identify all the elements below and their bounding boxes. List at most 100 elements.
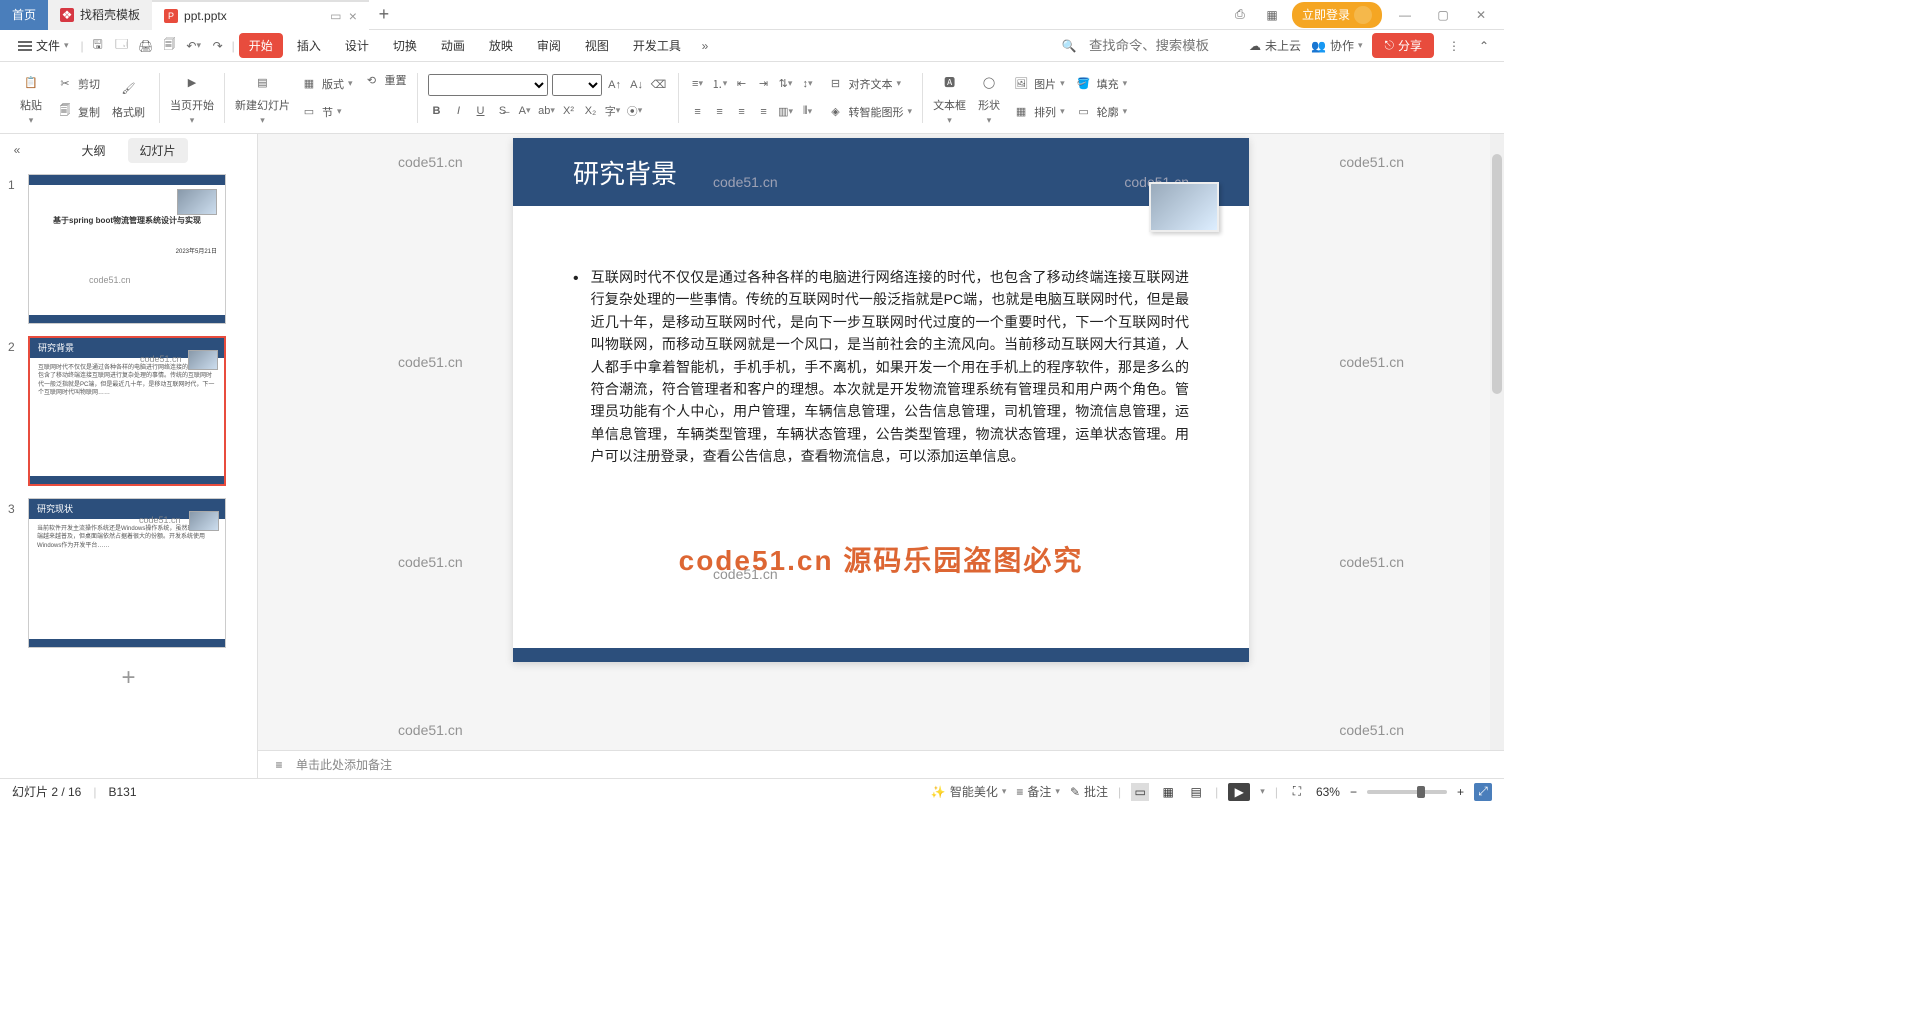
new-slide-button[interactable]: ▤新建幻灯片▾: [231, 69, 294, 126]
redo-icon[interactable]: ↷: [208, 36, 228, 56]
slides-tab[interactable]: 幻灯片: [128, 138, 188, 163]
undo-icon[interactable]: ↶▾: [184, 36, 204, 56]
slide-canvas[interactable]: 研究背景 code51.cn code51.cn • 互联网时代不仅仅是通过各种…: [513, 138, 1249, 662]
align-text-button[interactable]: ⊟对齐文本▾: [823, 72, 917, 96]
maximize-button[interactable]: ▢: [1428, 0, 1458, 30]
columns-icon[interactable]: ▥▾: [777, 103, 795, 121]
tab-home[interactable]: 首页: [0, 0, 48, 30]
line-spacing-icon[interactable]: ↕▾: [799, 75, 817, 93]
slide-thumb-2[interactable]: 研究背景 互联网时代不仅仅是通过各种各样的电脑进行网络连接的时代，也包含了移动终…: [28, 336, 226, 486]
save-icon[interactable]: 🖫: [88, 36, 108, 56]
align-right-icon[interactable]: ≡: [733, 103, 751, 121]
vertical-scrollbar[interactable]: [1490, 134, 1504, 750]
menu-insert[interactable]: 插入: [287, 33, 331, 58]
menu-view[interactable]: 视图: [575, 33, 619, 58]
format-painter-button[interactable]: 🖌格式刷: [108, 76, 149, 120]
align-left-icon[interactable]: ≡: [689, 103, 707, 121]
italic-icon[interactable]: I: [450, 102, 468, 120]
shape-button[interactable]: ◯形状▾: [972, 69, 1006, 126]
align-justify-icon[interactable]: ≡: [755, 103, 773, 121]
more-menus-icon[interactable]: »: [695, 36, 715, 56]
clear-format-icon[interactable]: ⌫: [650, 76, 668, 94]
zoom-in-icon[interactable]: +: [1457, 785, 1464, 799]
quick-access-icon[interactable]: 🗐: [160, 36, 180, 56]
highlight-icon[interactable]: ab▾: [538, 102, 556, 120]
menu-slideshow[interactable]: 放映: [479, 33, 523, 58]
section-button[interactable]: ▭节▾: [296, 100, 357, 124]
window-icon[interactable]: ▭: [329, 9, 343, 23]
picture-button[interactable]: 🖼图片▾: [1008, 72, 1069, 96]
underline-icon[interactable]: U: [472, 102, 490, 120]
numbering-icon[interactable]: ⒈▾: [711, 75, 729, 93]
search-input[interactable]: [1089, 38, 1239, 53]
indent-inc-icon[interactable]: ⇥: [755, 75, 773, 93]
layout-button[interactable]: ▦版式▾: [296, 72, 357, 96]
collapse-panel-icon[interactable]: «: [8, 141, 26, 159]
distribute-icon[interactable]: ⫴▾: [799, 103, 817, 121]
add-slide-button[interactable]: +: [8, 660, 249, 696]
indent-dec-icon[interactable]: ⇤: [733, 75, 751, 93]
superscript-icon[interactable]: X²: [560, 102, 578, 120]
close-window-button[interactable]: ✕: [1466, 0, 1496, 30]
menu-design[interactable]: 设计: [335, 33, 379, 58]
reset-button[interactable]: ⟲重置: [359, 68, 411, 92]
print-preview-icon[interactable]: 🗔: [112, 36, 132, 56]
slide-thumb-3[interactable]: 研究现状 当前软件开发主流操作系统还是Windows操作系统，虽然现在移动端越来…: [28, 498, 226, 648]
tab-templates[interactable]: ❖ 找稻壳模板: [48, 0, 152, 30]
beautify-button[interactable]: ✨智能美化▾: [931, 783, 1007, 800]
notes-bar[interactable]: ≡ 单击此处添加备注: [258, 750, 1504, 778]
outline-tab[interactable]: 大纲: [69, 138, 117, 163]
notes-toggle[interactable]: ≡备注▾: [1016, 783, 1060, 800]
slide-thumb-1[interactable]: 基于spring boot物流管理系统设计与实现 code51.cn 2023年…: [28, 174, 226, 324]
bullets-icon[interactable]: ≡▾: [689, 75, 707, 93]
zoom-slider[interactable]: [1367, 790, 1447, 794]
cut-button[interactable]: ✂剪切: [52, 72, 104, 96]
increase-font-icon[interactable]: A↑: [606, 76, 624, 94]
reading-view-icon[interactable]: ▤: [1187, 783, 1205, 801]
font-color-icon[interactable]: A▾: [516, 102, 534, 120]
collab-button[interactable]: 👥协作▾: [1311, 37, 1363, 54]
collapse-ribbon-icon[interactable]: ⌃: [1474, 36, 1494, 56]
arrange-button[interactable]: ▦排列▾: [1008, 100, 1069, 124]
share-button[interactable]: ⎋分享: [1372, 33, 1434, 58]
zoom-out-icon[interactable]: −: [1350, 785, 1357, 799]
menu-review[interactable]: 审阅: [527, 33, 571, 58]
menu-transition[interactable]: 切换: [383, 33, 427, 58]
minimize-button[interactable]: —: [1390, 0, 1420, 30]
paste-button[interactable]: 📋粘贴▾: [14, 69, 48, 126]
close-tab-icon[interactable]: ×: [349, 8, 357, 24]
align-center-icon[interactable]: ≡: [711, 103, 729, 121]
textbox-button[interactable]: 🅰文本框▾: [929, 69, 970, 126]
menu-animation[interactable]: 动画: [431, 33, 475, 58]
fill-button[interactable]: 🪣填充▾: [1071, 72, 1132, 96]
font-select[interactable]: [428, 74, 548, 96]
outline-button[interactable]: ▭轮廓▾: [1071, 100, 1132, 124]
slideshow-button[interactable]: ▶: [1228, 783, 1250, 801]
kebab-icon[interactable]: ⋮: [1444, 36, 1464, 56]
fullscreen-icon[interactable]: ⤢: [1474, 783, 1492, 801]
subscript-icon[interactable]: X₂: [582, 102, 600, 120]
apps-icon[interactable]: ▦: [1260, 3, 1284, 27]
tab-file[interactable]: P ppt.pptx ▭ ×: [152, 0, 369, 30]
text-dir-icon[interactable]: ⇅▾: [777, 75, 795, 93]
strike-icon[interactable]: S̶: [494, 102, 512, 120]
menu-start[interactable]: 开始: [239, 33, 283, 58]
file-menu[interactable]: 文件 ▾: [10, 37, 77, 54]
smart-graphic-button[interactable]: ◈转智能图形▾: [823, 100, 917, 124]
normal-view-icon[interactable]: ▭: [1131, 783, 1149, 801]
add-tab-button[interactable]: +: [369, 4, 399, 25]
reading-mode-icon[interactable]: ⎙: [1228, 3, 1252, 27]
cloud-sync-button[interactable]: ☁未上云: [1249, 37, 1301, 54]
comments-toggle[interactable]: ✎批注: [1070, 783, 1108, 800]
text-effect-icon[interactable]: ⦿▾: [626, 102, 644, 120]
typography-icon[interactable]: 字▾: [604, 102, 622, 120]
fit-icon[interactable]: ⛶: [1288, 783, 1306, 801]
sorter-view-icon[interactable]: ▦: [1159, 783, 1177, 801]
bold-icon[interactable]: B: [428, 102, 446, 120]
print-icon[interactable]: 🖨: [136, 36, 156, 56]
login-button[interactable]: 立即登录: [1292, 2, 1382, 28]
copy-button[interactable]: 🗐复制: [52, 100, 104, 124]
decrease-font-icon[interactable]: A↓: [628, 76, 646, 94]
menu-devtools[interactable]: 开发工具: [623, 33, 691, 58]
fontsize-select[interactable]: [552, 74, 602, 96]
